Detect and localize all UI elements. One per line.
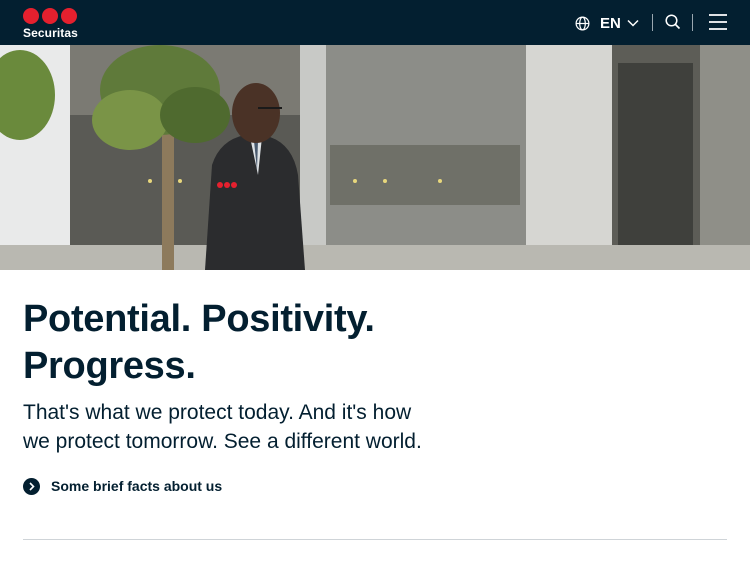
facts-link[interactable]: Some brief facts about us — [23, 477, 222, 495]
chevron-right-circle-icon — [23, 477, 40, 495]
chevron-down-icon — [627, 19, 639, 27]
hamburger-menu-icon — [709, 14, 727, 30]
logo-wordmark: Securitas — [23, 26, 78, 40]
site-header: Securitas EN — [0, 0, 750, 45]
facts-link-label: Some brief facts about us — [51, 478, 223, 494]
section-divider — [23, 539, 727, 540]
header-separator — [692, 14, 693, 31]
logo-dots — [23, 8, 79, 24]
language-code: EN — [600, 14, 621, 32]
language-selector[interactable]: EN — [575, 13, 639, 33]
intro-line-1: That's what we protect today. And it's h… — [23, 401, 412, 424]
headline-line-1: Potential. Positivity. — [23, 298, 375, 340]
chevron-right-icon — [29, 481, 35, 491]
hero-photo — [0, 45, 750, 270]
securitas-logo[interactable]: Securitas — [23, 8, 79, 40]
logo-dot — [61, 8, 77, 24]
intro-line-2: we protect tomorrow. See a different wor… — [23, 430, 422, 453]
page-intro: That's what we protect today. And it's h… — [23, 398, 493, 456]
headline-line-2: Progress. — [23, 345, 196, 387]
page-headline: Potential. Positivity. Progress. — [23, 296, 583, 390]
logo-dot — [42, 8, 58, 24]
logo-dot — [23, 8, 39, 24]
search-icon — [665, 14, 681, 30]
hero-image — [0, 45, 750, 270]
header-separator — [652, 14, 653, 31]
menu-button[interactable] — [708, 13, 730, 33]
search-button[interactable] — [664, 13, 684, 33]
globe-icon — [575, 16, 590, 30]
